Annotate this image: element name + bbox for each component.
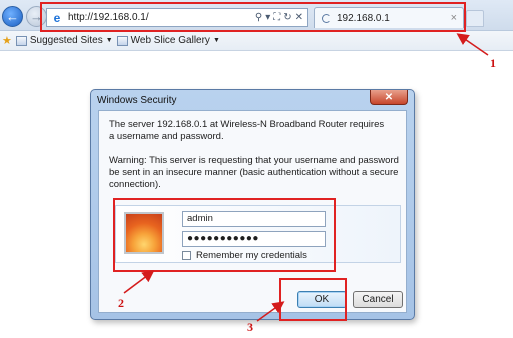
chevron-down-icon: ▼ bbox=[105, 37, 113, 44]
new-tab-button[interactable] bbox=[466, 10, 484, 27]
dialog-title: Windows Security bbox=[97, 95, 177, 106]
highlight-credentials bbox=[113, 198, 336, 272]
callout-1: 1 bbox=[490, 56, 496, 70]
favorite-suggested-sites[interactable]: Suggested Sites ▼ bbox=[15, 35, 113, 46]
arrow-left-icon: ← bbox=[6, 9, 19, 24]
callout-2: 2 bbox=[118, 296, 124, 310]
suggested-sites-icon bbox=[15, 35, 27, 46]
callout-3: 3 bbox=[247, 320, 253, 334]
favorite-label: Web Slice Gallery bbox=[130, 35, 210, 46]
highlight-ok-button bbox=[279, 278, 347, 321]
web-slice-icon bbox=[116, 35, 128, 46]
chevron-down-icon: ▼ bbox=[212, 37, 220, 44]
highlight-address-bar bbox=[40, 2, 466, 32]
favorite-label: Suggested Sites bbox=[29, 35, 103, 46]
favorites-bar: ★ Suggested Sites ▼ Web Slice Gallery ▼ bbox=[0, 31, 513, 51]
cancel-button[interactable]: Cancel bbox=[353, 291, 403, 308]
close-icon: ✕ bbox=[384, 91, 394, 103]
favorite-web-slice-gallery[interactable]: Web Slice Gallery ▼ bbox=[116, 35, 220, 46]
auth-message: The server 192.168.0.1 at Wireless-N Bro… bbox=[109, 119, 385, 142]
close-button[interactable]: ✕ bbox=[370, 90, 408, 105]
favorites-star-icon[interactable]: ★ bbox=[2, 34, 12, 47]
security-warning: Warning: This server is requesting that … bbox=[109, 155, 399, 190]
back-button[interactable]: ← bbox=[2, 6, 23, 27]
